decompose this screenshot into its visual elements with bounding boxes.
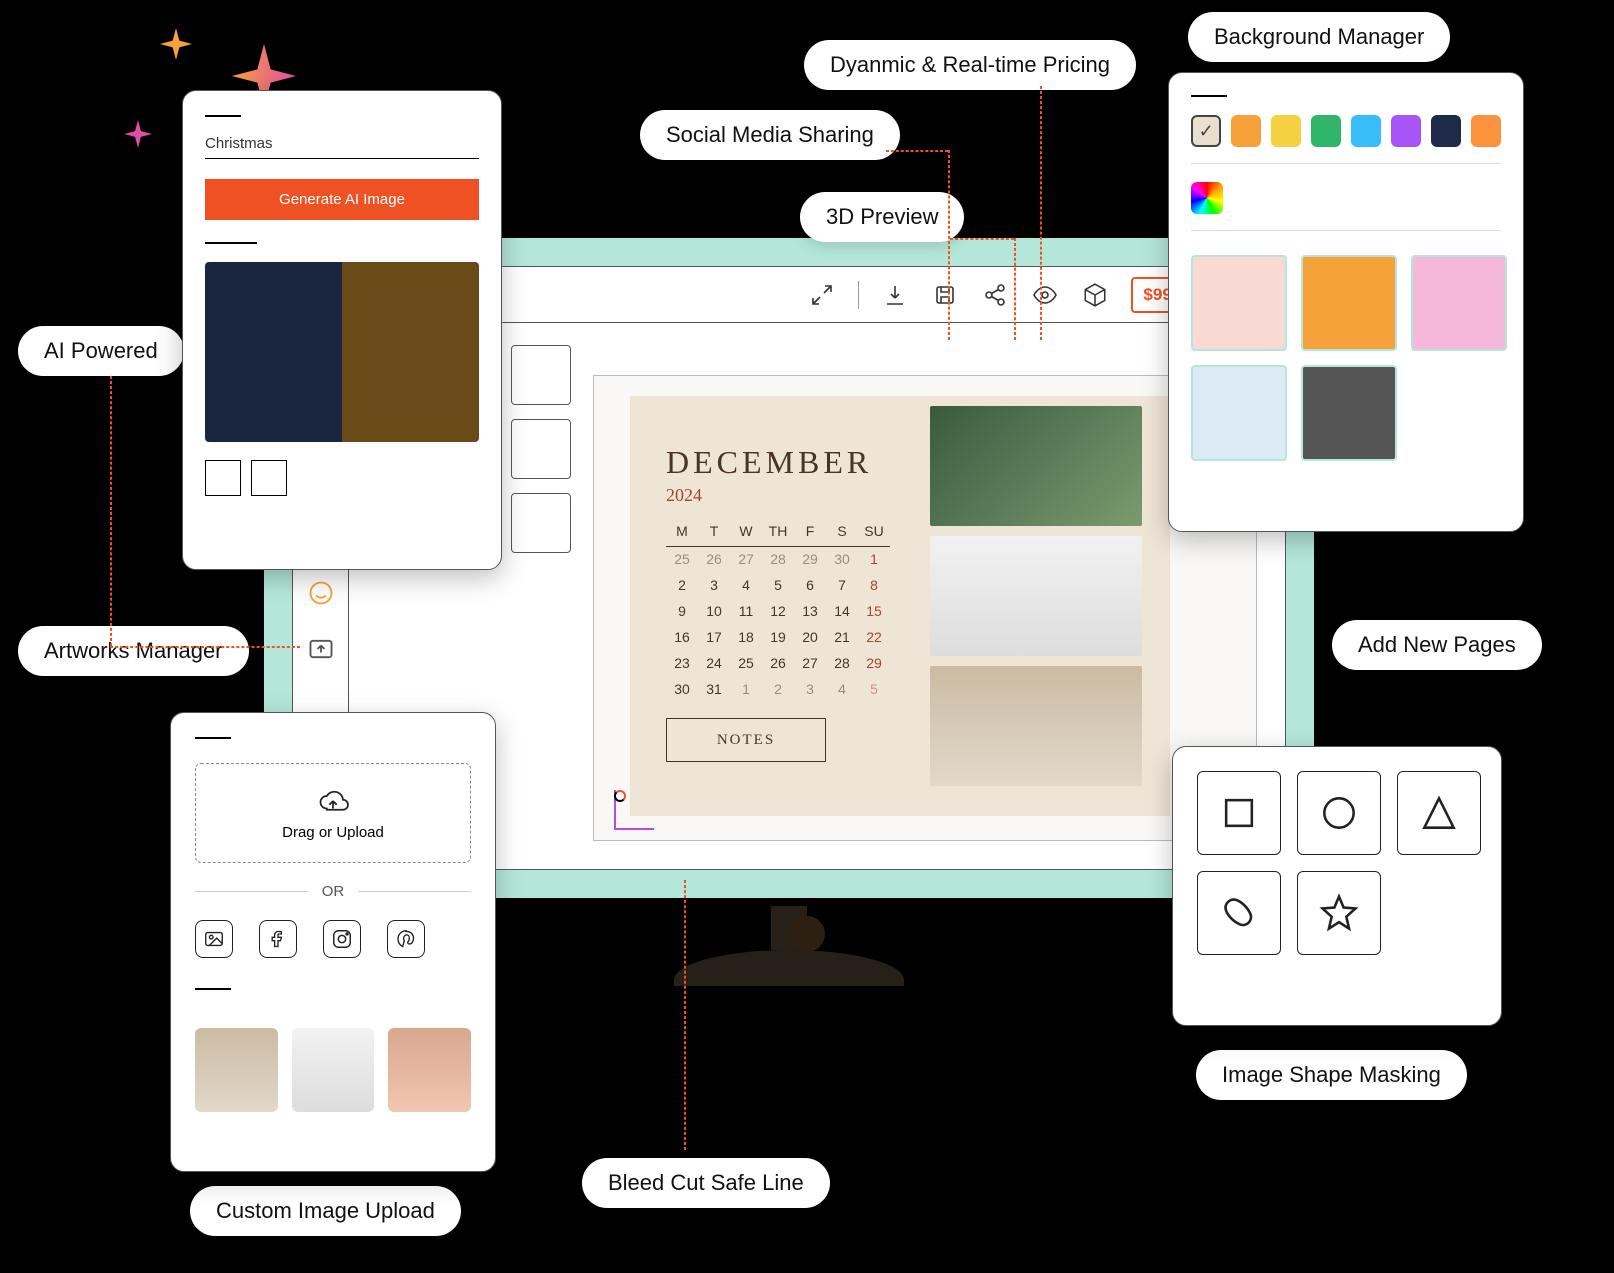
generate-ai-button[interactable]: Generate AI Image	[205, 179, 479, 220]
pill-pages: Add New Pages	[1332, 620, 1542, 670]
upload-panel: Drag or Upload OR	[170, 712, 496, 1172]
color-swatch[interactable]	[1431, 115, 1461, 147]
preview-icon[interactable]	[1031, 281, 1059, 309]
color-swatch[interactable]	[1471, 115, 1501, 147]
mask-panel	[1172, 746, 1502, 1026]
artwork-item[interactable]	[511, 493, 571, 553]
bg-pattern[interactable]	[1301, 255, 1397, 351]
artwork-item[interactable]	[511, 345, 571, 405]
uploaded-thumb[interactable]	[388, 1028, 471, 1112]
gallery-source-icon[interactable]	[195, 920, 233, 958]
instagram-source-icon[interactable]	[323, 920, 361, 958]
monitor-camera	[789, 916, 825, 952]
save-icon[interactable]	[931, 281, 959, 309]
pill-upload: Custom Image Upload	[190, 1186, 461, 1236]
bg-pattern[interactable]	[1411, 255, 1507, 351]
collage-photo[interactable]	[930, 536, 1142, 656]
cloud-upload-icon	[315, 786, 351, 816]
star-decoration	[124, 120, 152, 148]
color-swatch[interactable]	[1191, 115, 1221, 147]
ai-prompt-input[interactable]: Christmas	[205, 135, 479, 152]
bleed-cut-guide	[614, 790, 654, 830]
color-swatch[interactable]	[1391, 115, 1421, 147]
upload-rail-icon[interactable]	[307, 635, 335, 663]
emoji-rail-icon[interactable]	[307, 579, 335, 607]
mask-star-icon[interactable]	[1297, 871, 1381, 955]
or-label: OR	[322, 883, 345, 900]
color-swatch[interactable]	[1311, 115, 1341, 147]
pill-ai-powered: AI Powered	[18, 326, 184, 376]
cube-3d-icon[interactable]	[1081, 281, 1109, 309]
pill-artworks: Artworks Manager	[18, 626, 249, 676]
star-decoration	[160, 28, 192, 60]
pill-mask: Image Shape Masking	[1196, 1050, 1467, 1100]
calendar-card: DECEMBER 2024 MTWTHFSSU 2526272829301234…	[630, 396, 1170, 816]
pill-share: Social Media Sharing	[640, 110, 900, 160]
drop-zone[interactable]: Drag or Upload	[195, 763, 471, 863]
bg-pattern[interactable]	[1191, 365, 1287, 461]
ai-thumb[interactable]	[251, 460, 287, 496]
design-canvas[interactable]: DECEMBER 2024 MTWTHFSSU 2526272829301234…	[593, 375, 1257, 841]
ai-thumb[interactable]	[205, 460, 241, 496]
pill-pricing: Dyanmic & Real-time Pricing	[804, 40, 1136, 90]
collage-photo[interactable]	[930, 406, 1142, 526]
share-icon[interactable]	[981, 281, 1009, 309]
color-swatch[interactable]	[1351, 115, 1381, 147]
bg-pattern[interactable]	[1191, 255, 1287, 351]
collage-photo[interactable]	[930, 666, 1142, 786]
color-swatch[interactable]	[1271, 115, 1301, 147]
uploaded-thumb[interactable]	[195, 1028, 278, 1112]
calendar-grid: MTWTHFSSU 252627282930123456789101112131…	[666, 520, 890, 702]
download-icon[interactable]	[881, 281, 909, 309]
expand-icon[interactable]	[808, 281, 836, 309]
facebook-source-icon[interactable]	[259, 920, 297, 958]
notes-box: NOTES	[666, 718, 826, 762]
background-panel	[1168, 72, 1524, 532]
pinterest-source-icon[interactable]	[387, 920, 425, 958]
color-picker-icon[interactable]	[1191, 182, 1223, 214]
mask-circle-icon[interactable]	[1297, 771, 1381, 855]
drop-label: Drag or Upload	[282, 824, 384, 841]
bg-pattern[interactable]	[1301, 365, 1397, 461]
artwork-item[interactable]	[511, 419, 571, 479]
mask-triangle-icon[interactable]	[1397, 771, 1481, 855]
ai-result-preview[interactable]	[205, 262, 479, 442]
mask-blob-icon[interactable]	[1197, 871, 1281, 955]
pill-bg: Background Manager	[1188, 12, 1450, 62]
pill-bleed: Bleed Cut Safe Line	[582, 1158, 830, 1208]
color-swatch[interactable]	[1231, 115, 1261, 147]
pill-3d: 3D Preview	[800, 192, 964, 242]
ai-panel: Christmas Generate AI Image	[182, 90, 502, 570]
mask-square-icon[interactable]	[1197, 771, 1281, 855]
uploaded-thumb[interactable]	[292, 1028, 375, 1112]
